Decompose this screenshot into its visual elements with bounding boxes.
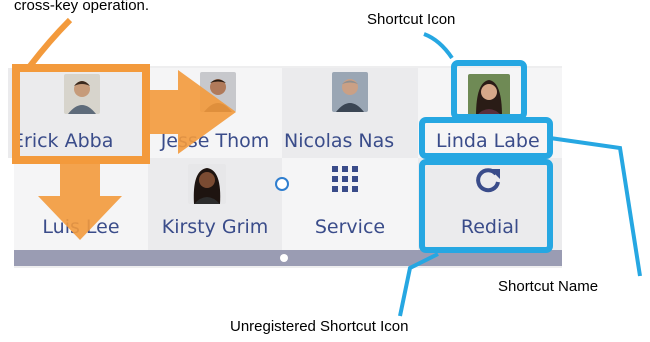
unregistered-icon-highlight bbox=[419, 159, 553, 253]
shortcut-name-highlight bbox=[419, 117, 553, 159]
orange-pointer-line bbox=[27, 17, 73, 68]
right-arrow-icon bbox=[148, 70, 236, 154]
down-arrow-icon bbox=[38, 160, 122, 240]
annotation-overlay bbox=[12, 17, 642, 317]
orange-focus-frame bbox=[12, 64, 150, 164]
unregistered-pointer-line bbox=[398, 252, 439, 317]
shortcut-icon-highlight bbox=[451, 60, 527, 120]
name-pointer-line bbox=[549, 136, 642, 277]
icon-pointer-line bbox=[423, 32, 454, 60]
